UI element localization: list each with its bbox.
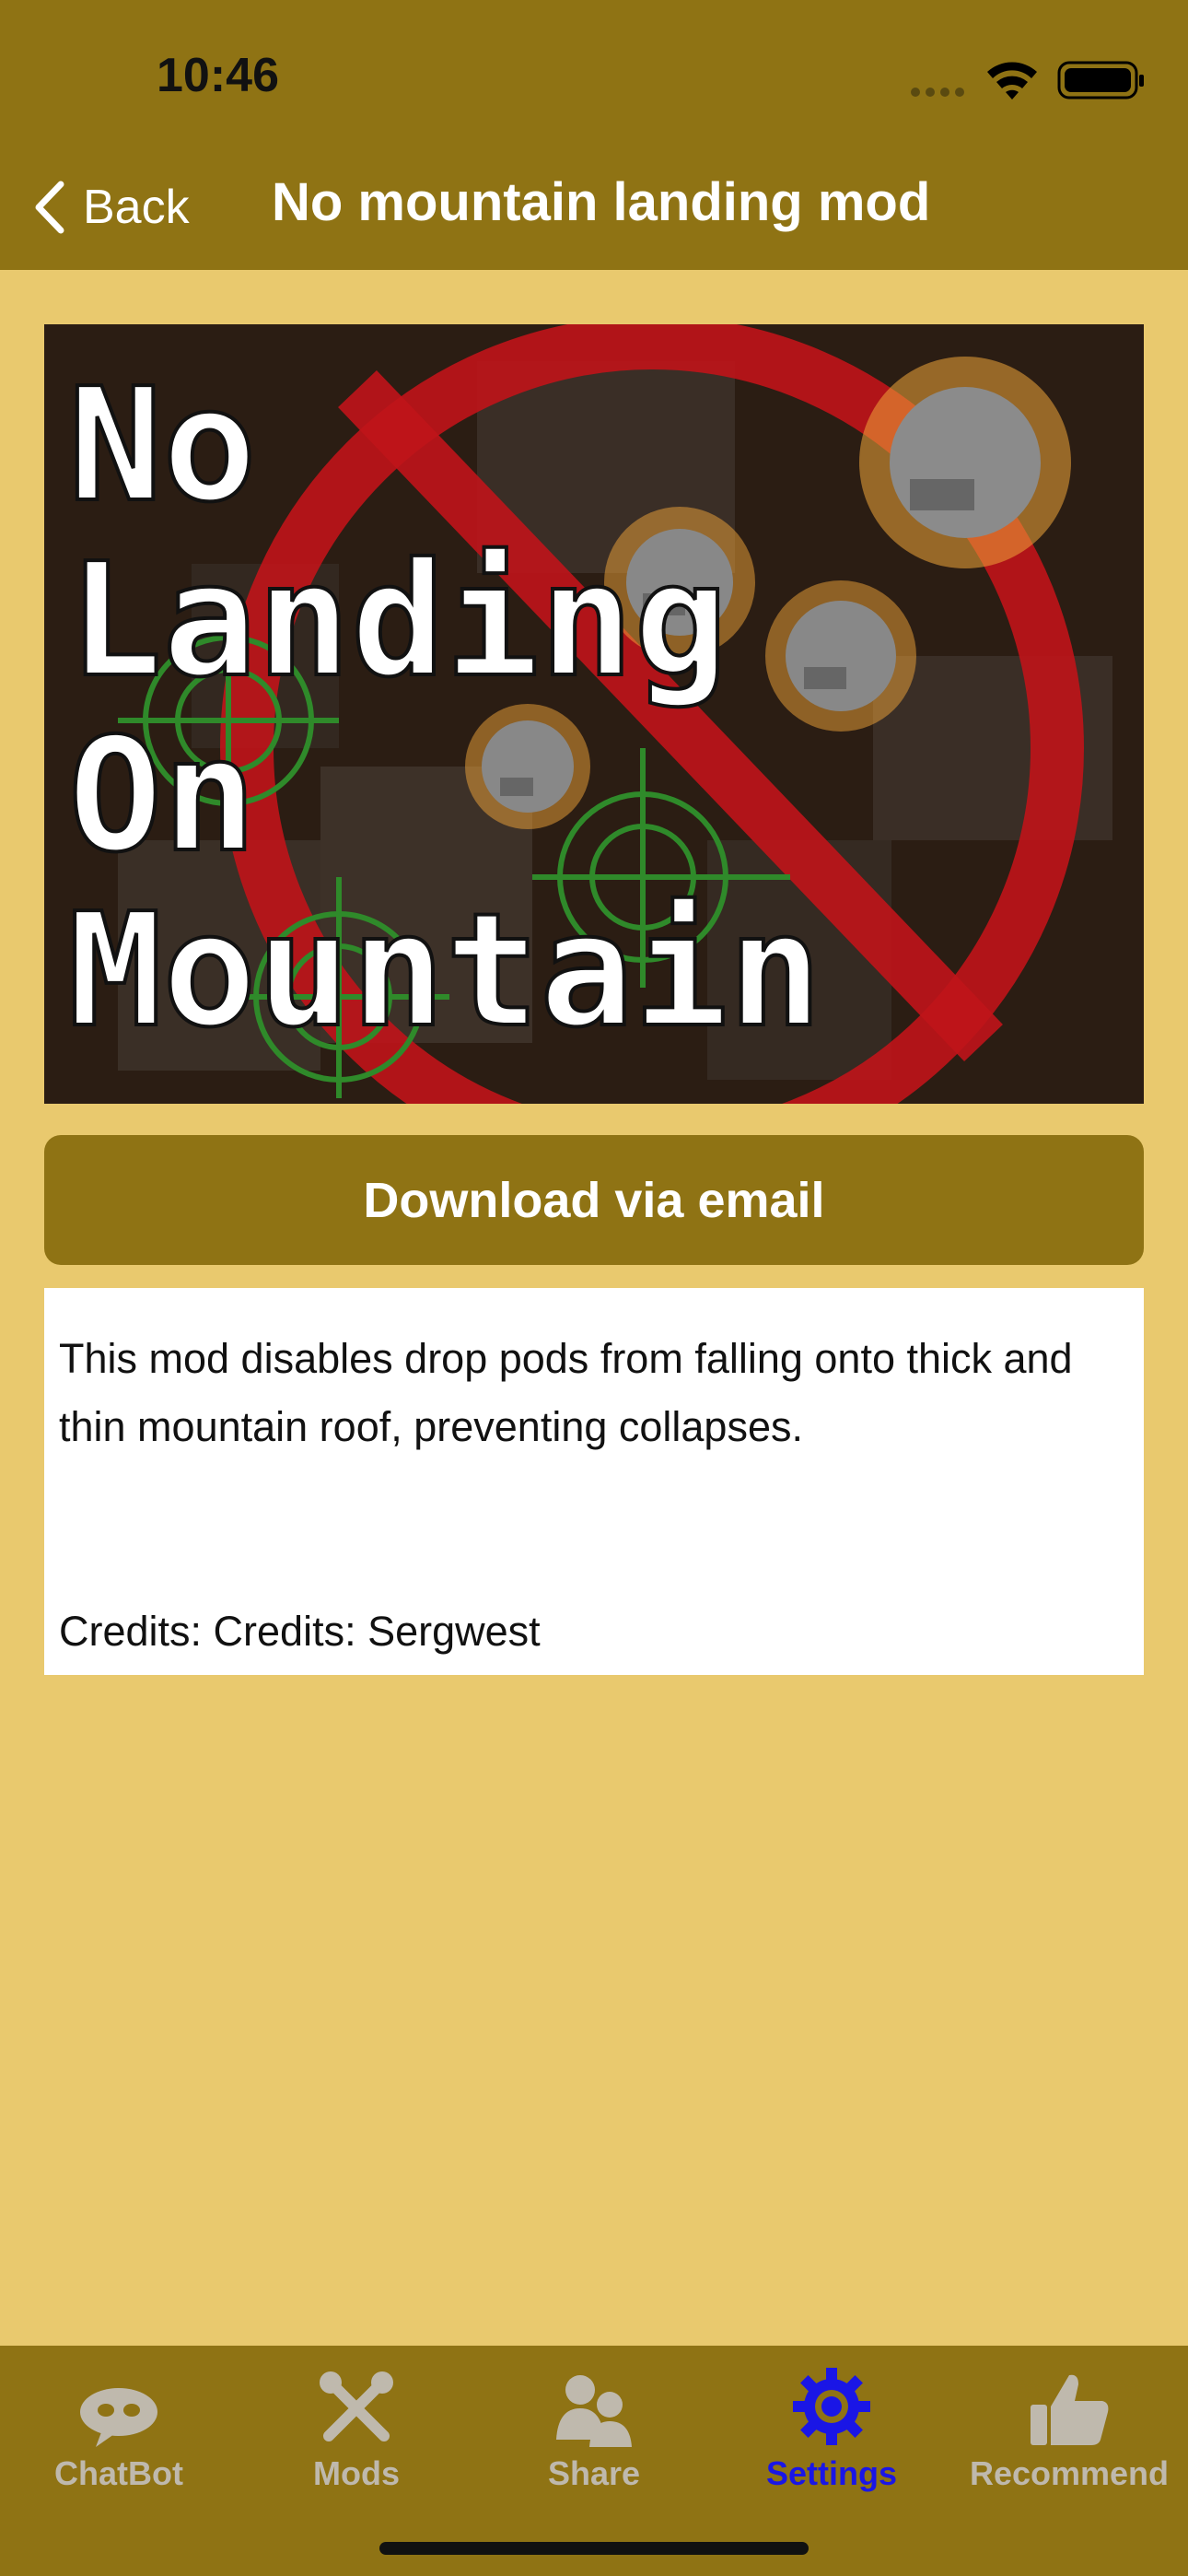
description-text: This mod disables drop pods from falling… [59,1335,1073,1450]
page-title: No mountain landing mod [272,172,931,232]
gear-icon [793,2368,870,2445]
thumbs-up-icon [1031,2374,1109,2445]
tab-label: Share [547,2454,641,2492]
svg-text:Landing: Landing [68,530,728,712]
svg-text:No: No [68,355,257,537]
mod-description: This mod disables drop pods from falling… [44,1288,1144,1675]
svg-text:Mountain: Mountain [68,880,822,1062]
download-via-email-button[interactable]: Download via email [44,1135,1144,1265]
tab-label: Recommend [969,2454,1170,2492]
tab-recommend[interactable]: Recommend [950,2359,1188,2506]
people-icon [556,2375,632,2447]
status-icons [893,0,1188,111]
back-button[interactable]: Back [33,175,190,240]
credits-text: Credits: Credits: Sergwest [59,1608,541,1655]
mod-preview-image: No Landing On Mountain [44,324,1144,1104]
tab-label: Settings [765,2454,897,2492]
chatbot-icon [80,2388,157,2447]
tab-mods[interactable]: Mods [238,2359,475,2506]
tab-settings[interactable]: Settings [713,2359,950,2506]
home-indicator [379,2542,809,2555]
navigation-bar: 10:46 Back No mountain landing mod [0,0,1188,270]
chevron-left-icon [35,181,64,234]
tab-chatbot[interactable]: ChatBot [0,2359,238,2506]
tab-label: Mods [313,2454,400,2492]
tools-icon [320,2371,393,2441]
signal-icon [911,61,1144,100]
tab-label: ChatBot [54,2454,183,2492]
svg-text:On: On [68,705,257,887]
status-time: 10:46 [157,49,279,102]
back-label: Back [83,181,190,234]
tab-share[interactable]: Share [475,2359,713,2506]
